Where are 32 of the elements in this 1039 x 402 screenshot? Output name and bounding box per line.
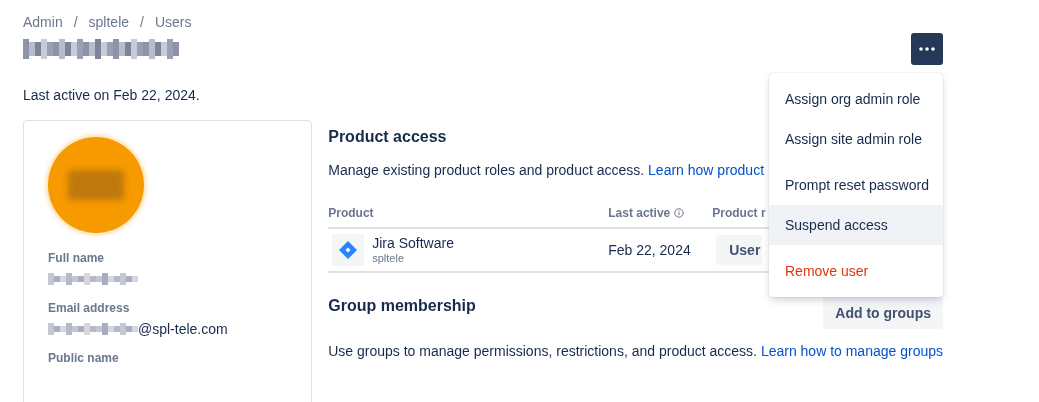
role-dropdown[interactable]: User (716, 235, 763, 265)
menu-item[interactable]: Assign org admin role (769, 79, 943, 119)
more-button[interactable] (911, 33, 943, 65)
product-name: Jira Software (372, 235, 454, 251)
breadcrumb-link[interactable]: spltele (88, 14, 130, 30)
breadcrumb-link[interactable]: Users (154, 14, 192, 30)
section-title: Product access (328, 128, 447, 147)
menu-item[interactable]: Suspend access (769, 205, 943, 245)
learn-more-link[interactable]: Learn how to manage groups (760, 343, 943, 359)
breadcrumb-separator: / (139, 14, 145, 30)
description-text: Manage existing product roles and product access. Learn how product (328, 162, 765, 180)
breadcrumb-separator: / (72, 14, 79, 30)
more-icon (919, 47, 935, 51)
column-header: Product r (712, 205, 766, 220)
menu-item[interactable]: Assign site admin role (769, 119, 943, 159)
product-logo-icon (332, 234, 365, 266)
field-label: Email address (48, 301, 131, 317)
description-text: Use groups to manage permissions, restrictions, and product access. Learn how to manage groups (328, 343, 943, 361)
email-domain: @spl-tele.com (138, 321, 228, 337)
product-site: spltele (372, 251, 405, 265)
add-to-groups-button[interactable]: Add to groups (823, 297, 943, 329)
last-active-text: Last active on Feb 22, 2024. (23, 87, 200, 105)
menu-item[interactable]: Remove user (769, 251, 943, 291)
section-title: Group membership (328, 297, 476, 316)
column-header: Product (328, 205, 374, 220)
learn-more-link[interactable]: Learn how product (648, 162, 765, 178)
breadcrumb-link[interactable]: Admin (23, 14, 63, 30)
menu-item[interactable]: Prompt reset password (769, 165, 943, 205)
field-label: Full name (48, 251, 105, 267)
table-cell: Feb 22, 2024 (608, 242, 691, 258)
field-label: Public name (48, 351, 120, 367)
column-header: Last active (608, 205, 671, 220)
